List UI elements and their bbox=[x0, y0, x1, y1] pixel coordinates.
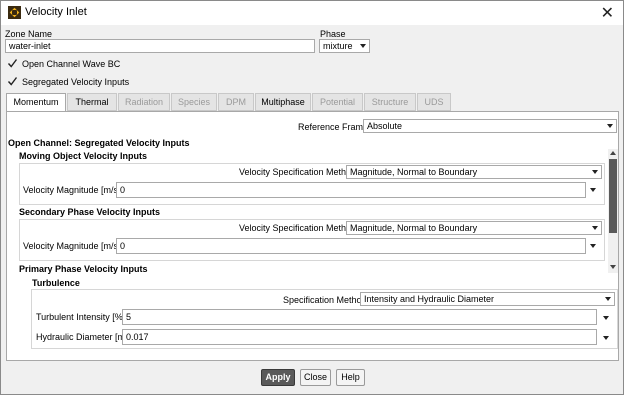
zone-name-input[interactable]: water-inlet bbox=[5, 39, 315, 53]
chevron-down-icon[interactable] bbox=[590, 244, 596, 248]
chevron-down-icon bbox=[605, 297, 611, 301]
tab-structure[interactable]: Structure bbox=[364, 93, 416, 111]
hydraulic-diameter-input[interactable]: 0.017 bbox=[122, 329, 597, 345]
phase-select-value: mixture bbox=[323, 41, 353, 51]
phase-select[interactable]: mixture bbox=[319, 39, 370, 53]
moving-object-method-label: Velocity Specification Method bbox=[239, 167, 357, 177]
scroll-down-icon[interactable] bbox=[610, 265, 616, 269]
segregated-velocity-checkbox[interactable] bbox=[7, 76, 18, 87]
secondary-phase-method-value: Magnitude, Normal to Boundary bbox=[350, 223, 478, 233]
scroll-up-icon[interactable] bbox=[610, 151, 616, 155]
chevron-down-icon bbox=[592, 226, 598, 230]
secondary-phase-magnitude-input[interactable]: 0 bbox=[116, 238, 586, 254]
turbulence-method-value: Intensity and Hydraulic Diameter bbox=[364, 294, 495, 304]
chevron-down-icon[interactable] bbox=[603, 316, 609, 320]
help-button[interactable]: Help bbox=[336, 369, 365, 386]
chevron-down-icon[interactable] bbox=[590, 188, 596, 192]
open-channel-label[interactable]: Open Channel Wave BC bbox=[22, 59, 120, 69]
secondary-phase-method-select[interactable]: Magnitude, Normal to Boundary bbox=[346, 221, 602, 235]
turbulent-intensity-input[interactable]: 5 bbox=[122, 309, 597, 325]
apply-button[interactable]: Apply bbox=[261, 369, 295, 386]
tab-species[interactable]: Species bbox=[171, 93, 217, 111]
scrollbar-thumb[interactable] bbox=[609, 159, 617, 233]
moving-object-method-value: Magnitude, Normal to Boundary bbox=[350, 167, 478, 177]
turbulence-header: Turbulence bbox=[32, 278, 80, 288]
moving-object-header: Moving Object Velocity Inputs bbox=[19, 151, 148, 161]
tab-radiation[interactable]: Radiation bbox=[118, 93, 170, 111]
tab-momentum[interactable]: Momentum bbox=[6, 93, 66, 112]
reference-frame-label: Reference Frame bbox=[298, 122, 369, 132]
turbulent-intensity-label: Turbulent Intensity [%] bbox=[36, 312, 126, 322]
tab-uds[interactable]: UDS bbox=[417, 93, 451, 111]
reference-frame-select[interactable]: Absolute bbox=[363, 119, 617, 133]
chevron-down-icon[interactable] bbox=[603, 336, 609, 340]
secondary-phase-header: Secondary Phase Velocity Inputs bbox=[19, 207, 161, 217]
velocity-inlet-dialog: Velocity Inlet ✕ Zone Name water-inlet P… bbox=[0, 0, 624, 395]
primary-phase-header: Primary Phase Velocity Inputs bbox=[19, 264, 148, 274]
checkmark-icon bbox=[7, 77, 18, 86]
open-channel-checkbox[interactable] bbox=[7, 58, 18, 69]
turbulence-method-label: Specification Method bbox=[283, 295, 367, 305]
tab-dpm[interactable]: DPM bbox=[218, 93, 254, 111]
fluent-app-icon bbox=[8, 6, 21, 19]
tab-thermal[interactable]: Thermal bbox=[67, 93, 117, 111]
secondary-phase-magnitude-label: Velocity Magnitude [m/s] bbox=[23, 241, 121, 251]
close-window-icon[interactable]: ✕ bbox=[601, 3, 614, 23]
tab-multiphase[interactable]: Multiphase bbox=[255, 93, 311, 111]
reference-frame-value: Absolute bbox=[367, 121, 403, 131]
turbulence-method-select[interactable]: Intensity and Hydraulic Diameter bbox=[360, 292, 615, 306]
chevron-down-icon bbox=[360, 44, 366, 48]
moving-object-magnitude-input[interactable]: 0 bbox=[116, 182, 586, 198]
segregated-velocity-label[interactable]: Segregated Velocity Inputs bbox=[22, 77, 129, 87]
title-bar[interactable]: Velocity Inlet ✕ bbox=[1, 1, 623, 25]
chevron-down-icon bbox=[607, 124, 613, 128]
hydraulic-diameter-label: Hydraulic Diameter [m] bbox=[36, 332, 128, 342]
phase-label: Phase bbox=[320, 29, 346, 39]
chevron-down-icon bbox=[592, 170, 598, 174]
window-title: Velocity Inlet bbox=[25, 6, 87, 18]
moving-object-method-select[interactable]: Magnitude, Normal to Boundary bbox=[346, 165, 602, 179]
moving-object-magnitude-label: Velocity Magnitude [m/s] bbox=[23, 185, 121, 195]
close-button[interactable]: Close bbox=[300, 369, 331, 386]
secondary-phase-method-label: Velocity Specification Method bbox=[239, 223, 357, 233]
tab-potential[interactable]: Potential bbox=[312, 93, 363, 111]
checkmark-icon bbox=[7, 59, 18, 68]
open-channel-section-header: Open Channel: Segregated Velocity Inputs bbox=[8, 138, 190, 148]
zone-name-label: Zone Name bbox=[5, 29, 53, 39]
